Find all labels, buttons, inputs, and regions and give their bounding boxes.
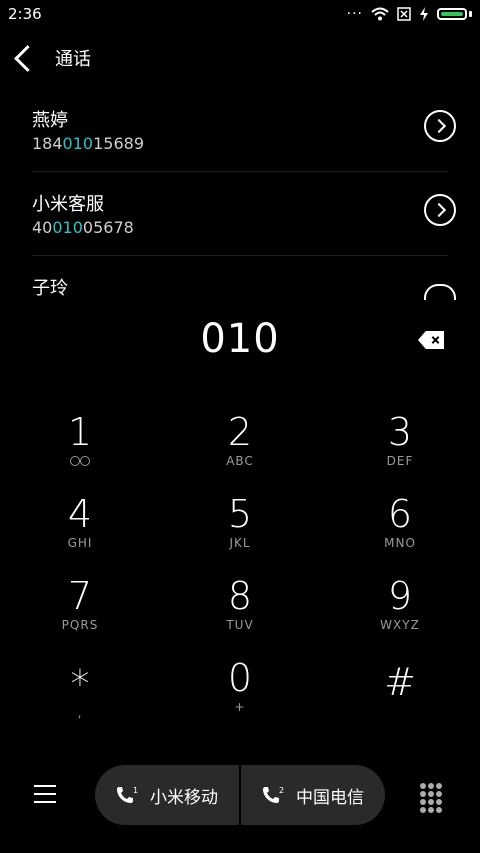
key-star[interactable]: * ,: [0, 656, 160, 738]
page-title: 通话: [55, 49, 91, 70]
contact-row[interactable]: 子玲: [32, 256, 456, 300]
contact-row[interactable]: 小米客服 4001005678: [32, 172, 456, 256]
menu-icon[interactable]: [34, 785, 56, 803]
key-2[interactable]: 2 ABC: [160, 410, 320, 492]
key-7[interactable]: 7 PQRS: [0, 574, 160, 656]
key-5[interactable]: 5 JKL: [160, 492, 320, 574]
sim-off-icon: [397, 7, 411, 21]
battery-tip: [469, 11, 472, 17]
dial-input[interactable]: 010: [0, 316, 480, 362]
contact-detail-button[interactable]: [424, 284, 456, 300]
bottom-bar: 1 小米移动 2 中国电信: [0, 765, 480, 825]
key-hash[interactable]: #: [320, 656, 480, 738]
voicemail-icon: [70, 456, 90, 466]
key-8[interactable]: 8 TUV: [160, 574, 320, 656]
key-3[interactable]: 3 DEF: [320, 410, 480, 492]
phone-sim1-icon: 1: [117, 786, 138, 803]
back-arrow-icon[interactable]: [14, 44, 41, 72]
phone-sim2-icon: 2: [263, 786, 284, 803]
status-time: 2:36: [8, 5, 42, 23]
key-1[interactable]: 1: [0, 410, 160, 492]
keypad-toggle-icon[interactable]: [420, 783, 442, 813]
keypad: 1 2 ABC 3 DEF 4 GHI 5 JKL 6 MNO 7 PQRS 8…: [0, 410, 480, 740]
contact-row[interactable]: 燕婷 18401015689: [32, 88, 456, 172]
status-bar: 2:36 ···: [0, 0, 480, 28]
key-4[interactable]: 4 GHI: [0, 492, 160, 574]
contact-number: 4001005678: [32, 218, 134, 237]
header: 通话: [0, 40, 480, 76]
contact-detail-button[interactable]: [424, 194, 456, 226]
key-9[interactable]: 9 WXYZ: [320, 574, 480, 656]
call-sim1-button[interactable]: 1 小米移动: [95, 765, 239, 825]
battery-icon: [437, 8, 467, 20]
contact-name: 小米客服: [32, 194, 104, 215]
key-0[interactable]: 0 +: [160, 656, 320, 738]
contact-number: 18401015689: [32, 134, 144, 153]
key-6[interactable]: 6 MNO: [320, 492, 480, 574]
sim1-label: 小米移动: [150, 787, 218, 808]
call-sim2-button[interactable]: 2 中国电信: [241, 765, 385, 825]
svg-text:1: 1: [133, 786, 138, 795]
more-dots-icon: ···: [346, 6, 363, 22]
svg-text:2: 2: [279, 786, 284, 795]
contact-name: 燕婷: [32, 110, 68, 131]
sim-call-buttons: 1 小米移动 2 中国电信: [95, 765, 385, 825]
contact-detail-button[interactable]: [424, 110, 456, 142]
status-icons: ···: [347, 6, 472, 22]
contact-list: 燕婷 18401015689 小米客服 4001005678 子玲: [0, 88, 480, 300]
contact-name: 子玲: [32, 278, 68, 299]
wifi-icon: [371, 7, 389, 21]
lightning-icon: [420, 7, 428, 21]
sim2-label: 中国电信: [296, 787, 364, 808]
